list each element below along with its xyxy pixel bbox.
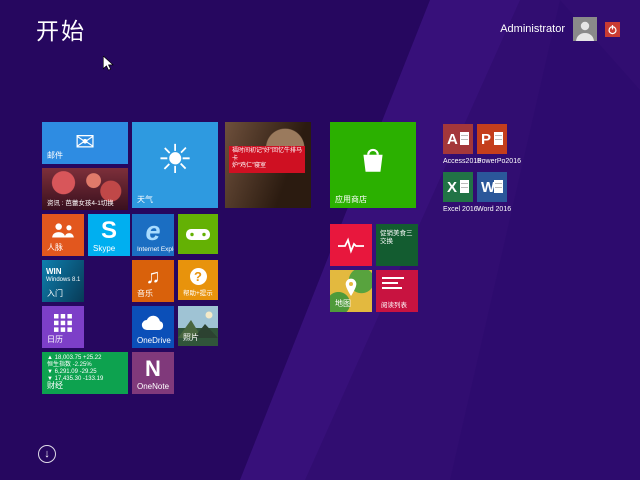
tile-help-label: 帮助+提示 bbox=[183, 287, 213, 297]
tile-people-label: 人脉 bbox=[47, 242, 63, 253]
tile-reading-list[interactable]: 阅读列表 bbox=[376, 270, 418, 312]
page-title: 开始 bbox=[36, 12, 86, 46]
tile-internet-explorer[interactable]: e Internet Explorer bbox=[132, 214, 174, 256]
sun-icon: ☀ bbox=[132, 122, 218, 198]
access-icon: A bbox=[447, 131, 458, 148]
tile-get-started[interactable]: WIN Windows 8.1 入门 bbox=[42, 260, 84, 302]
tile-weather[interactable]: ☀ 天气 bbox=[132, 122, 218, 208]
tile-skype[interactable]: S Skype bbox=[88, 214, 130, 256]
all-apps-button[interactable]: ↓ bbox=[38, 445, 56, 463]
power-icon bbox=[607, 24, 618, 35]
document-page-icon bbox=[460, 180, 469, 193]
pulse-icon bbox=[330, 224, 372, 266]
windows-logo-text: WIN Windows 8.1 bbox=[46, 268, 80, 284]
tile-calendar[interactable]: 日历 bbox=[42, 306, 84, 348]
tile-onedrive-label: OneDrive bbox=[137, 336, 171, 345]
mouse-cursor bbox=[103, 56, 115, 71]
tile-food-drink[interactable]: 促销美食三交换 bbox=[376, 224, 418, 266]
word-label: Word 2016 bbox=[477, 206, 527, 213]
tile-music-label: 音乐 bbox=[137, 288, 153, 299]
tile-skype-label: Skype bbox=[93, 244, 115, 253]
tile-finance-label: 财经 bbox=[47, 380, 63, 391]
tile-ie-label: Internet Explorer bbox=[137, 246, 174, 253]
onenote-icon: N bbox=[132, 352, 174, 386]
headline-line: 炉“鸡仁”寝室 bbox=[232, 163, 302, 171]
powerpoint-label: PowerPo2016 bbox=[477, 158, 527, 165]
start-screen: 开始 Administrator ✉ 邮件 资讯 : 芭蕾女孩4-1切换 ☀ 天… bbox=[0, 0, 640, 480]
power-button[interactable] bbox=[605, 22, 620, 37]
tile-help-tips[interactable]: ? 帮助+提示 bbox=[178, 260, 218, 300]
tile-news-ballet[interactable]: 资讯 : 芭蕾女孩4-1切换 bbox=[42, 168, 128, 210]
document-page-icon bbox=[494, 132, 503, 145]
tile-powerpoint-2016[interactable]: P PowerPo2016 bbox=[477, 124, 527, 165]
food-headline: 促销美食三交换 bbox=[380, 230, 414, 246]
document-page-icon bbox=[460, 132, 469, 145]
tile-photos-label: 照片 bbox=[183, 332, 199, 343]
tile-weather-label: 天气 bbox=[137, 194, 153, 205]
news-headline: 福时间初记“好”回忆牛排马卡 炉“鸡仁”寝室 bbox=[229, 146, 305, 173]
tile-mail-label: 邮件 bbox=[47, 150, 63, 161]
excel-icon: X bbox=[447, 179, 457, 196]
finance-quotes: ▲ 18,003.75 +25.22 恒生指数 -2.25% ▼ 6,291.0… bbox=[47, 355, 103, 383]
ie-icon: e bbox=[132, 214, 174, 248]
tile-onedrive[interactable]: OneDrive bbox=[132, 306, 174, 348]
tile-news-photo[interactable]: 福时间初记“好”回忆牛排马卡 炉“鸡仁”寝室 bbox=[225, 122, 311, 208]
tile-music[interactable]: ♫ 音乐 bbox=[132, 260, 174, 302]
tile-store[interactable]: 应用商店 bbox=[330, 122, 416, 208]
user-name[interactable]: Administrator bbox=[500, 23, 565, 35]
document-page-icon bbox=[494, 180, 503, 193]
tile-games[interactable] bbox=[178, 214, 218, 254]
tile-photos[interactable]: 照片 bbox=[178, 306, 218, 346]
tile-onenote[interactable]: N OneNote bbox=[132, 352, 174, 394]
tile-onenote-label: OneNote bbox=[137, 382, 169, 391]
tile-health[interactable] bbox=[330, 224, 372, 266]
tile-get-started-label: 入门 bbox=[47, 288, 63, 299]
powerpoint-icon: P bbox=[481, 131, 491, 148]
tile-people[interactable]: 人脉 bbox=[42, 214, 84, 256]
tile-calendar-label: 日历 bbox=[47, 334, 63, 345]
quote-line: 恒生指数 -2.25% bbox=[47, 362, 103, 369]
tile-store-label: 应用商店 bbox=[335, 194, 367, 205]
tile-reading-label: 阅读列表 bbox=[381, 299, 407, 309]
headline-line: 福时间初记“好”回忆牛排马卡 bbox=[232, 148, 302, 163]
tile-maps[interactable]: 地图 bbox=[330, 270, 372, 312]
user-area: Administrator bbox=[500, 17, 620, 41]
news-ballet-label: 资讯 : 芭蕾女孩4-1切换 bbox=[47, 197, 114, 207]
tile-maps-label: 地图 bbox=[335, 298, 351, 309]
down-arrow-icon: ↓ bbox=[44, 448, 50, 460]
gamepad-icon bbox=[178, 214, 218, 254]
user-icon bbox=[573, 17, 597, 41]
skype-icon: S bbox=[88, 214, 130, 248]
quote-line: ▼ 6,291.09 -29.25 bbox=[47, 369, 103, 376]
quote-line: ▲ 18,003.75 +25.22 bbox=[47, 355, 103, 362]
tile-mail[interactable]: ✉ 邮件 bbox=[42, 122, 128, 164]
list-lines-icon bbox=[382, 277, 404, 292]
user-avatar[interactable] bbox=[573, 17, 597, 41]
tile-word-2016[interactable]: W Word 2016 bbox=[477, 172, 527, 213]
tile-finance[interactable]: ▲ 18,003.75 +25.22 恒生指数 -2.25% ▼ 6,291.0… bbox=[42, 352, 128, 394]
